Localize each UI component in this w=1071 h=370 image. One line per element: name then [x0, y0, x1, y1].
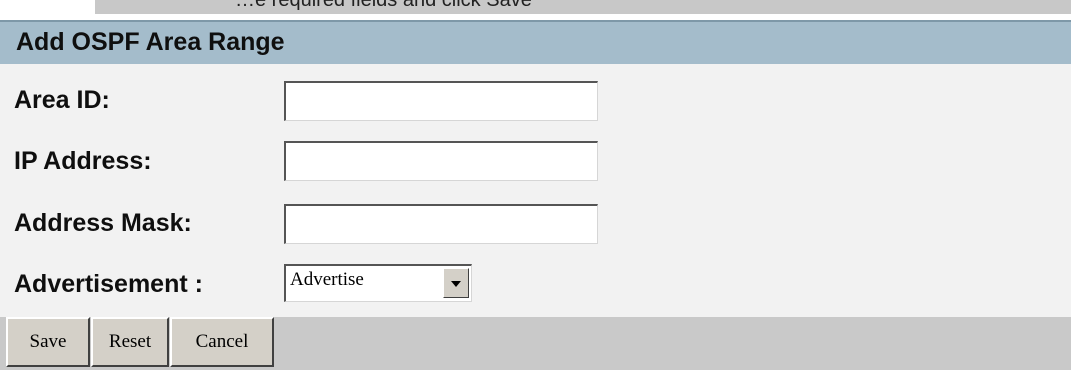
- advertisement-select[interactable]: Advertise: [284, 264, 472, 302]
- top-instruction-text: …e required fields and click Save: [235, 0, 532, 11]
- area-id-input[interactable]: [284, 81, 598, 121]
- area-id-label: Area ID:: [14, 86, 110, 114]
- cancel-button[interactable]: Cancel: [170, 317, 274, 367]
- save-button[interactable]: Save: [6, 317, 90, 367]
- form-panel: Add OSPF Area Range Area ID: IP Address:…: [0, 20, 1071, 370]
- advertisement-label: Advertisement :: [14, 270, 203, 298]
- title-bar: Add OSPF Area Range: [0, 20, 1071, 64]
- form-title: Add OSPF Area Range: [16, 28, 285, 56]
- ip-address-label: IP Address:: [14, 147, 152, 175]
- chevron-down-icon[interactable]: [443, 268, 469, 298]
- ip-address-input[interactable]: [284, 141, 598, 181]
- top-instruction-bar: …e required fields and click Save: [95, 0, 1071, 14]
- address-mask-input[interactable]: [284, 204, 598, 244]
- reset-button[interactable]: Reset: [91, 317, 169, 367]
- button-bar: Save Reset Cancel: [0, 317, 1071, 370]
- top-strip: …e required fields and click Save: [0, 0, 1071, 20]
- ospf-area-range-page: …e required fields and click Save Add OS…: [0, 0, 1071, 370]
- address-mask-label: Address Mask:: [14, 209, 192, 237]
- advertisement-selected-value: Advertise: [290, 269, 364, 290]
